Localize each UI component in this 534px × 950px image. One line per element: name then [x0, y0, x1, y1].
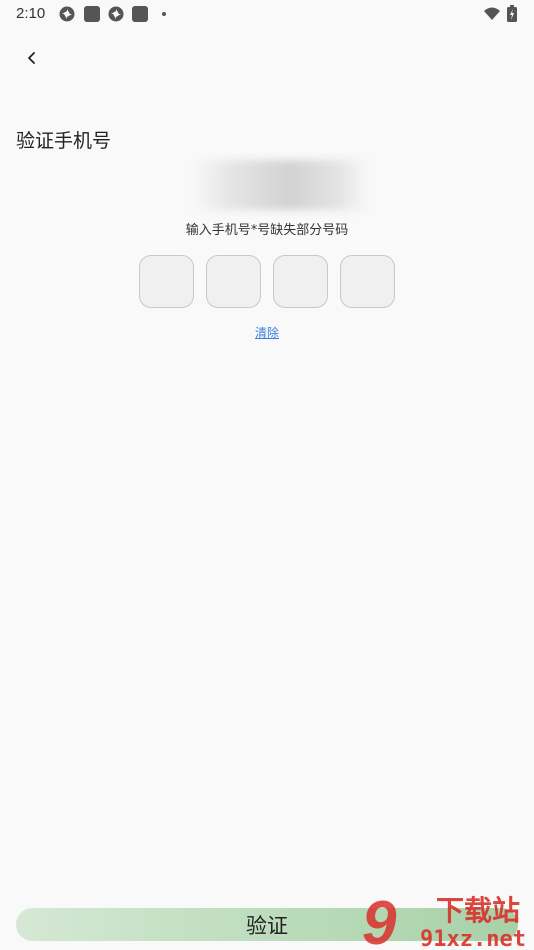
code-input-4[interactable]: [340, 255, 395, 308]
screen: 2:10 验证手机号 输入手机号*号缺失部分号码 清除 验证 9 下载站 91x…: [0, 0, 534, 950]
pinwheel-icon: [108, 6, 124, 22]
dot-icon: [162, 12, 166, 16]
watermark-logo: 9 下载站 91xz.net: [362, 889, 526, 950]
pinwheel-icon: [59, 6, 75, 22]
chevron-left-icon: [28, 52, 35, 64]
wifi-icon: [484, 7, 500, 20]
watermark-url: 91xz.net: [420, 927, 526, 950]
status-bar: 2:10: [0, 0, 534, 28]
watermark-title: 下载站: [436, 894, 520, 927]
status-time: 2:10: [16, 5, 46, 22]
code-input-1[interactable]: [139, 255, 194, 308]
battery-icon: [507, 5, 517, 22]
code-input-2[interactable]: [206, 255, 261, 308]
code-input-3[interactable]: [273, 255, 328, 308]
hint-text: 输入手机号*号缺失部分号码: [185, 223, 349, 238]
code-input-group: [139, 255, 395, 308]
page-title: 验证手机号: [16, 130, 112, 152]
watermark-logo-digit: 9: [362, 889, 397, 950]
masked-phone-number: [192, 160, 370, 210]
square-icon: [132, 6, 148, 22]
square-icon: [84, 6, 100, 22]
back-button[interactable]: [18, 44, 46, 72]
clear-link[interactable]: 清除: [0, 324, 534, 341]
